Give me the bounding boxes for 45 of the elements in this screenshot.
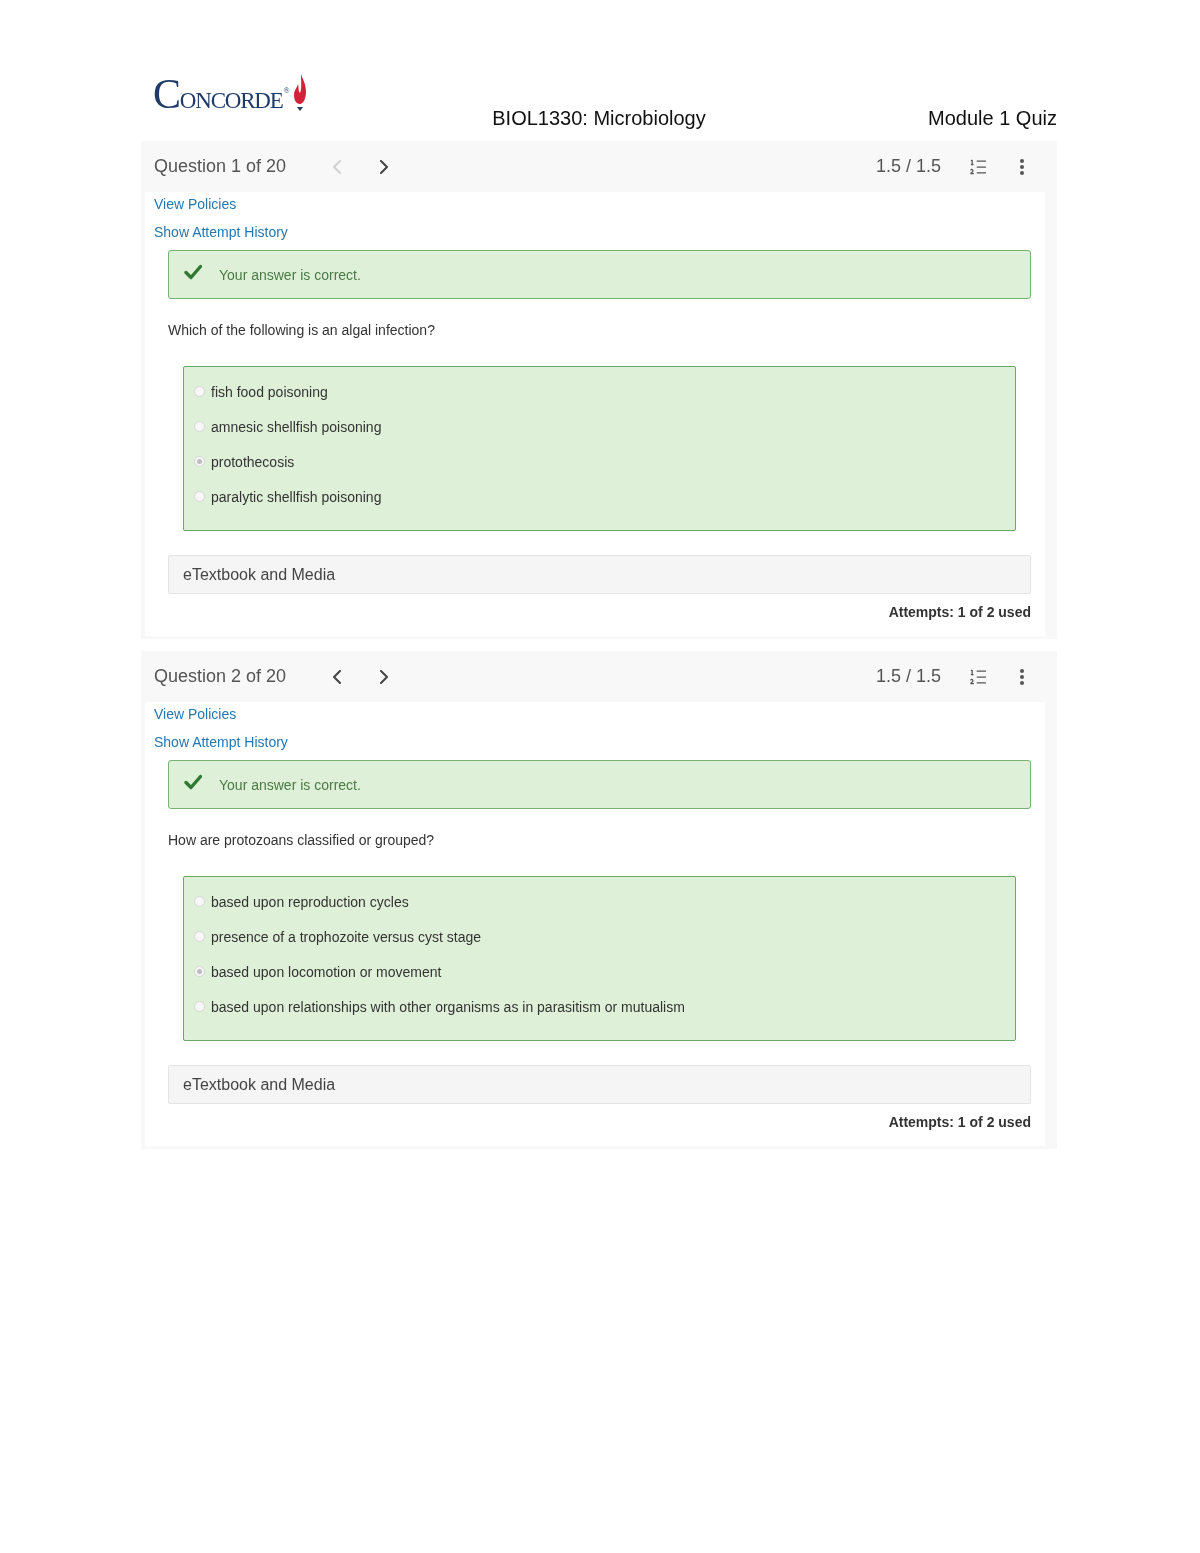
more-icon: [1020, 668, 1024, 685]
chevron-left-icon: [333, 669, 342, 684]
check-icon: [184, 263, 202, 280]
chevron-left-icon: [333, 159, 342, 174]
answer-option-label: protothecosis: [211, 453, 295, 470]
etextbook-media-button[interactable]: eTextbook and Media: [168, 555, 1031, 594]
chevron-right-icon: [380, 159, 389, 174]
etextbook-media-button[interactable]: eTextbook and Media: [168, 1065, 1031, 1104]
text-link[interactable]: View Policies: [154, 702, 237, 726]
check-icon: [184, 773, 202, 790]
registered-mark: ®: [283, 86, 290, 96]
chevron-right-icon: [380, 669, 389, 684]
radio-button[interactable]: [194, 896, 205, 907]
answer-option-label: fish food poisoning: [211, 383, 328, 400]
radio-button[interactable]: [194, 421, 205, 432]
answer-option-label: paralytic shellfish poisoning: [211, 488, 382, 505]
attempts-text: Attempts: 1 of 2 used: [888, 1113, 1031, 1132]
feedback-text: Your answer is correct.: [219, 266, 361, 283]
question-position: Question 2 of 20: [154, 666, 287, 687]
course-title: BIOL1330: Microbiology: [492, 107, 706, 130]
answer-option-label: based upon locomotion or movement: [211, 963, 442, 980]
score-text: 1.5 / 1.5: [875, 156, 941, 177]
more-icon: [1020, 158, 1024, 175]
text-link[interactable]: Show Attempt History: [154, 730, 288, 754]
attempts-text: Attempts: 1 of 2 used: [888, 603, 1031, 622]
text-link[interactable]: Show Attempt History: [154, 220, 288, 244]
question-text: Which of the following is an algal infection?: [168, 321, 435, 339]
answer-option-label: based upon reproduction cycles: [211, 893, 409, 910]
quiz-title: Module 1 Quiz: [928, 107, 1057, 130]
question-text: How are protozoans classified or grouped?: [168, 831, 435, 849]
answer-option-label: based upon relationships with other organisms as in parasitism or mutualism: [211, 998, 685, 1015]
radio-button[interactable]: [194, 931, 205, 942]
answer-option-label: amnesic shellfish poisoning: [211, 418, 382, 435]
text-link[interactable]: View Policies: [154, 192, 237, 216]
radio-button[interactable]: [194, 1001, 205, 1012]
answer-option-label: presence of a trophozoite versus cyst stage: [211, 928, 482, 945]
score-text: 1.5 / 1.5: [875, 666, 941, 687]
logo-text: CONCORDE: [153, 74, 283, 119]
radio-button[interactable]: [194, 491, 205, 502]
question-position: Question 1 of 20: [154, 156, 287, 177]
radio-button[interactable]: [194, 386, 205, 397]
radio-button[interactable]: [194, 456, 205, 467]
feedback-text: Your answer is correct.: [219, 776, 361, 793]
radio-button[interactable]: [194, 966, 205, 977]
flame-icon: [292, 74, 307, 112]
